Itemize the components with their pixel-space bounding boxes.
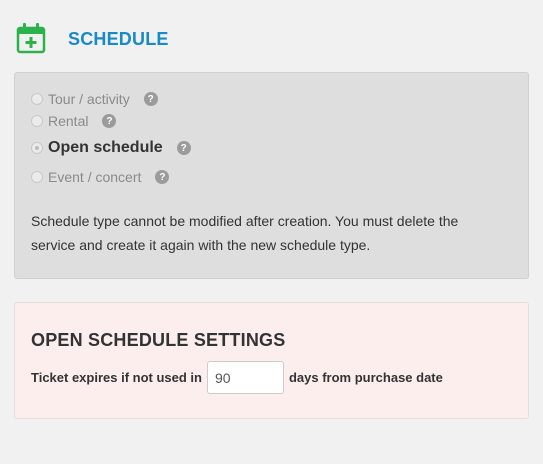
schedule-type-note: Schedule type cannot be modified after c… [31, 213, 459, 253]
radio-open-schedule [31, 142, 43, 154]
expire-row: Ticket expires if not used in days from … [31, 361, 443, 394]
expire-prefix-label: Ticket expires if not used in [31, 370, 202, 385]
schedule-option-event: Event / concert ? [31, 169, 170, 185]
settings-title: OPEN SCHEDULE SETTINGS [31, 330, 286, 350]
radio-tour [31, 93, 43, 105]
help-icon[interactable]: ? [176, 141, 191, 155]
calendar-plus-icon [16, 23, 46, 54]
option-label: Event / concert [48, 169, 142, 185]
radio-rental [31, 115, 43, 127]
help-icon[interactable]: ? [143, 92, 158, 106]
schedule-option-open: Open schedule ? [31, 139, 191, 157]
schedule-type-panel: Tour / activity ? Rental ? Open schedule… [14, 72, 529, 279]
expire-days-input[interactable] [206, 361, 284, 394]
help-icon[interactable]: ? [155, 170, 170, 184]
option-label: Rental [48, 113, 89, 129]
schedule-header: SCHEDULE [16, 22, 169, 54]
schedule-option-tour: Tour / activity ? [31, 91, 158, 107]
option-label: Tour / activity [48, 91, 130, 107]
help-icon[interactable]: ? [102, 114, 117, 128]
open-schedule-settings-panel: OPEN SCHEDULE SETTINGS Ticket expires if… [14, 302, 529, 419]
page-title: SCHEDULE [68, 29, 169, 49]
schedule-option-rental: Rental ? [31, 113, 117, 129]
option-label-selected: Open schedule [48, 139, 163, 156]
radio-event [31, 171, 43, 183]
expire-suffix-label: days from purchase date [288, 370, 443, 385]
